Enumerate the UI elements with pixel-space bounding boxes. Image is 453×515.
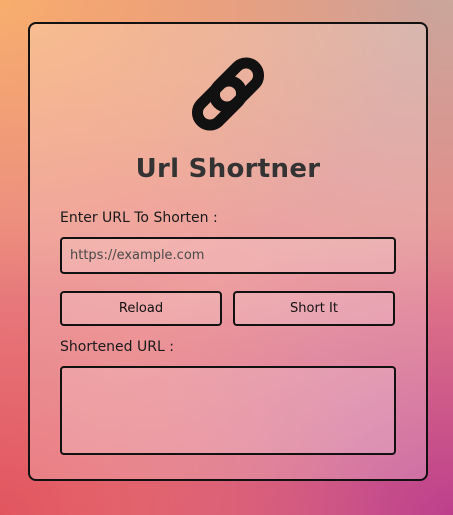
shortened-url-label: Shortened URL : bbox=[60, 339, 174, 355]
reload-button[interactable]: Reload bbox=[60, 291, 222, 326]
short-it-button[interactable]: Short It bbox=[233, 291, 395, 326]
shortener-card: Url Shortner Enter URL To Shorten : Relo… bbox=[28, 22, 428, 481]
link-icon bbox=[191, 57, 265, 131]
url-input[interactable] bbox=[60, 237, 396, 274]
url-input-label: Enter URL To Shorten : bbox=[60, 210, 218, 226]
shortened-url-output[interactable] bbox=[60, 366, 396, 455]
page-title: Url Shortner bbox=[135, 154, 321, 184]
